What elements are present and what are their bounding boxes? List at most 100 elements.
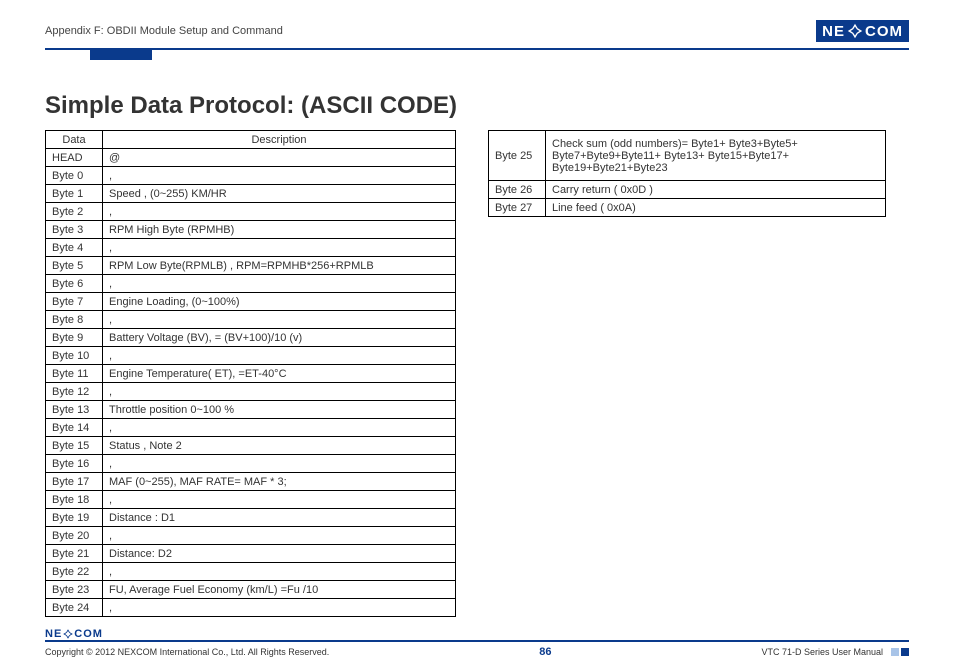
cell-key: Byte 4: [46, 239, 103, 257]
cell-key: Byte 13: [46, 401, 103, 419]
table-row: Byte 2,: [46, 203, 456, 221]
table-row: Byte 27Line feed ( 0x0A): [489, 199, 886, 217]
table-row: Byte 3RPM High Byte (RPMHB): [46, 221, 456, 239]
table-row: Byte 11Engine Temperature( ET), =ET-40°C: [46, 365, 456, 383]
cell-key: Byte 26: [489, 181, 546, 199]
cell-key: Byte 9: [46, 329, 103, 347]
table-row: Byte 13Throttle position 0~100 %: [46, 401, 456, 419]
page-footer: NE COM Copyright © 2012 NEXCOM Internati…: [45, 628, 909, 658]
tables-container: Data Description HEAD@Byte 0,Byte 1Speed…: [45, 130, 909, 617]
table-row: Byte 14,: [46, 419, 456, 437]
table-row: Byte 20,: [46, 527, 456, 545]
footer-logo-pre: NE: [45, 628, 62, 640]
table-row: Byte 22,: [46, 563, 456, 581]
footer-logo: NE COM: [45, 628, 909, 640]
cell-key: Byte 25: [489, 131, 546, 181]
table-row: Byte 23FU, Average Fuel Economy (km/L) =…: [46, 581, 456, 599]
table-row: Byte 25Check sum (odd numbers)= Byte1+ B…: [489, 131, 886, 181]
table-row: Byte 19Distance : D1: [46, 509, 456, 527]
logo-text-post: COM: [865, 23, 903, 40]
protocol-table-left: Data Description HEAD@Byte 0,Byte 1Speed…: [45, 130, 456, 617]
cell-key: Byte 16: [46, 455, 103, 473]
cell-desc: ,: [103, 419, 456, 437]
cell-desc: Speed , (0~255) KM/HR: [103, 185, 456, 203]
footer-page-number: 86: [539, 646, 551, 658]
cell-key: Byte 17: [46, 473, 103, 491]
cell-desc: ,: [103, 167, 456, 185]
cell-key: Byte 20: [46, 527, 103, 545]
nexcom-logo: NE COM: [816, 20, 909, 42]
header-rule: [45, 48, 909, 50]
table-row: Byte 7Engine Loading, (0~100%): [46, 293, 456, 311]
appendix-title: Appendix F: OBDII Module Setup and Comma…: [45, 25, 283, 37]
cell-key: HEAD: [46, 149, 103, 167]
cell-desc: ,: [103, 311, 456, 329]
table-row: Byte 6,: [46, 275, 456, 293]
cell-key: Byte 1: [46, 185, 103, 203]
cell-key: Byte 0: [46, 167, 103, 185]
cell-desc: Line feed ( 0x0A): [546, 199, 886, 217]
cell-key: Byte 14: [46, 419, 103, 437]
cell-key: Byte 5: [46, 257, 103, 275]
cell-key: Byte 10: [46, 347, 103, 365]
cell-desc: ,: [103, 527, 456, 545]
footer-logo-x-icon: [62, 628, 74, 640]
table-row: Byte 16,: [46, 455, 456, 473]
cell-key: Byte 6: [46, 275, 103, 293]
page-header: Appendix F: OBDII Module Setup and Comma…: [45, 18, 909, 44]
table-row: Byte 10,: [46, 347, 456, 365]
protocol-table-right: Byte 25Check sum (odd numbers)= Byte1+ B…: [488, 130, 886, 217]
cell-key: Byte 23: [46, 581, 103, 599]
footer-logo-post: COM: [74, 628, 103, 640]
cell-desc: ,: [103, 347, 456, 365]
cell-desc: ,: [103, 239, 456, 257]
cell-desc: ,: [103, 203, 456, 221]
footer-copyright: Copyright © 2012 NEXCOM International Co…: [45, 647, 329, 657]
table-row: Byte 17MAF (0~255), MAF RATE= MAF * 3;: [46, 473, 456, 491]
table-row: Byte 24,: [46, 599, 456, 617]
footer-rule: [45, 640, 909, 642]
table-row: Data Description: [46, 131, 456, 149]
cell-desc: MAF (0~255), MAF RATE= MAF * 3;: [103, 473, 456, 491]
table-row: Byte 21Distance: D2: [46, 545, 456, 563]
table-row: Byte 1Speed , (0~255) KM/HR: [46, 185, 456, 203]
table-row: HEAD@: [46, 149, 456, 167]
table-row: Byte 9Battery Voltage (BV), = (BV+100)/1…: [46, 329, 456, 347]
logo-text-pre: NE: [822, 23, 845, 40]
cell-desc: ,: [103, 599, 456, 617]
cell-desc: @: [103, 149, 456, 167]
table-row: Byte 8,: [46, 311, 456, 329]
cell-desc: RPM High Byte (RPMHB): [103, 221, 456, 239]
cell-desc: ,: [103, 455, 456, 473]
table-row: Byte 15Status , Note 2: [46, 437, 456, 455]
cell-desc: Distance : D1: [103, 509, 456, 527]
cell-key: Byte 24: [46, 599, 103, 617]
cell-desc: ,: [103, 383, 456, 401]
cell-key: Byte 12: [46, 383, 103, 401]
cell-desc: Status , Note 2: [103, 437, 456, 455]
cell-desc: Engine Temperature( ET), =ET-40°C: [103, 365, 456, 383]
cell-key: Byte 15: [46, 437, 103, 455]
cell-desc: Carry return ( 0x0D ): [546, 181, 886, 199]
cell-key: Byte 2: [46, 203, 103, 221]
logo-x-icon: [846, 22, 864, 40]
footer-deco-icon: [891, 648, 909, 656]
cell-desc: FU, Average Fuel Economy (km/L) =Fu /10: [103, 581, 456, 599]
cell-desc: ,: [103, 491, 456, 509]
cell-key: Byte 18: [46, 491, 103, 509]
table-row: Byte 12,: [46, 383, 456, 401]
cell-key: Byte 27: [489, 199, 546, 217]
table-row: Byte 26Carry return ( 0x0D ): [489, 181, 886, 199]
cell-desc: Engine Loading, (0~100%): [103, 293, 456, 311]
table-head-desc: Description: [103, 131, 456, 149]
cell-desc: RPM Low Byte(RPMLB) , RPM=RPMHB*256+RPML…: [103, 257, 456, 275]
cell-desc: Throttle position 0~100 %: [103, 401, 456, 419]
cell-key: Byte 7: [46, 293, 103, 311]
page-title: Simple Data Protocol: (ASCII CODE): [45, 92, 909, 120]
table-row: Byte 5RPM Low Byte(RPMLB) , RPM=RPMHB*25…: [46, 257, 456, 275]
table-row: Byte 0,: [46, 167, 456, 185]
cell-key: Byte 11: [46, 365, 103, 383]
cell-desc: Check sum (odd numbers)= Byte1+ Byte3+By…: [546, 131, 886, 181]
cell-desc: Battery Voltage (BV), = (BV+100)/10 (v): [103, 329, 456, 347]
table-row: Byte 4,: [46, 239, 456, 257]
